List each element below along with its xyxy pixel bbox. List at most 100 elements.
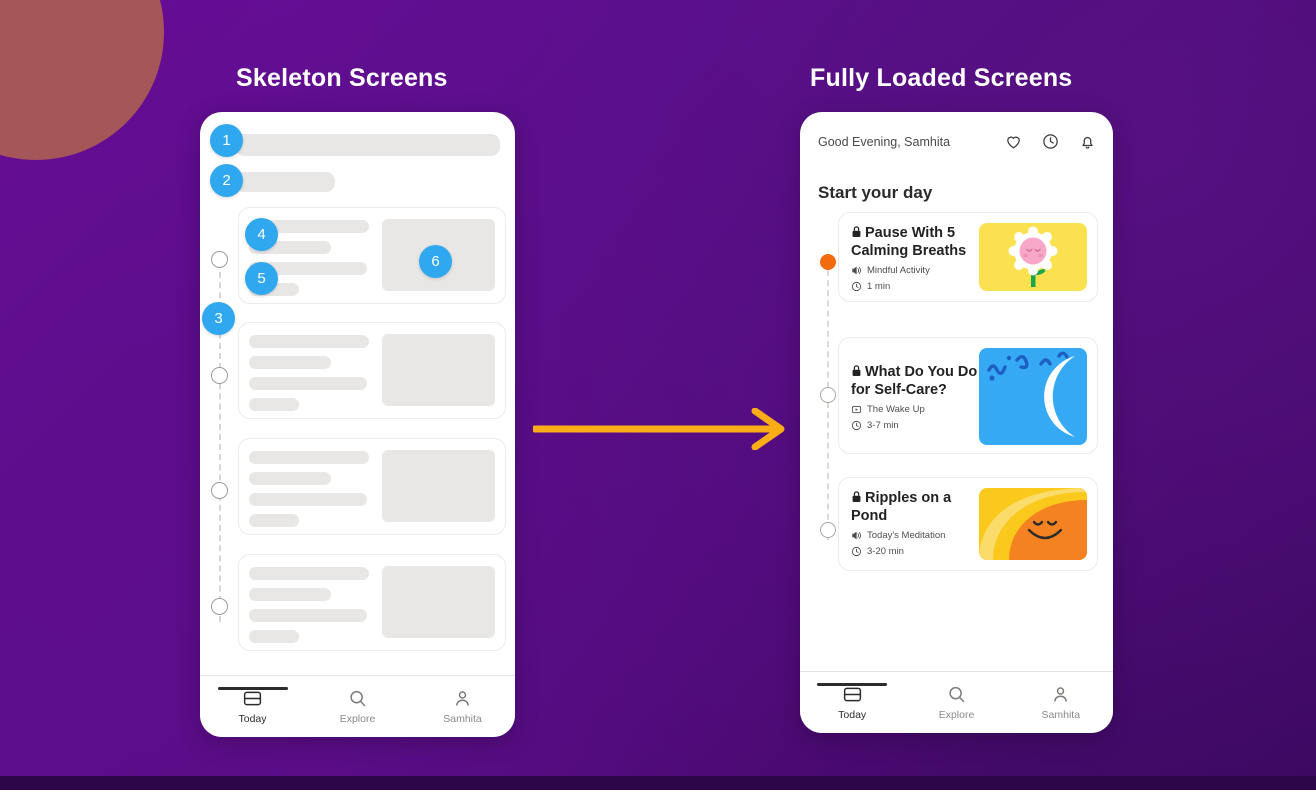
skeleton-timeline-dot	[211, 367, 228, 384]
card-title: What Do You Do for Self-Care?	[851, 364, 978, 398]
card-title: Pause With 5 Calming Breaths	[851, 225, 967, 259]
skeleton-screen: 1 2 3 4 5 6 Today Explore Samhita	[200, 112, 515, 737]
skeleton-line	[249, 588, 331, 601]
badge-number: 3	[214, 310, 223, 327]
nav-label: Today	[238, 713, 267, 725]
card-thumbnail-yellow-flower	[979, 223, 1087, 291]
nav-label: Samhita	[1041, 709, 1081, 721]
sidebar-item-today[interactable]: Today	[200, 687, 305, 725]
timeline-dot-active	[820, 254, 836, 270]
search-icon	[350, 690, 366, 707]
content-card[interactable]: Ripples on a Pond Today's Meditation 3-2…	[838, 477, 1098, 571]
heart-icon[interactable]	[1004, 132, 1023, 151]
greeting-text: Good Evening, Samhita	[818, 134, 951, 149]
background-gradient	[0, 0, 1316, 790]
badge-number: 6	[431, 253, 440, 270]
bottom-strip	[0, 776, 1316, 790]
clock-icon	[851, 282, 862, 292]
lock-icon	[852, 226, 861, 237]
book-icon	[243, 691, 262, 706]
skeleton-card[interactable]	[238, 554, 506, 651]
card-duration: 3-7 min	[867, 420, 899, 432]
annotation-badge-5: 5	[245, 262, 278, 295]
annotation-badge-2: 2	[210, 164, 243, 197]
loaded-bottom-nav: Today Explore Samhita	[800, 671, 1113, 733]
badge-number: 1	[222, 132, 231, 149]
card-title-row: What Do You Do for Self-Care?	[851, 364, 987, 399]
skeleton-thumbnail	[382, 450, 495, 522]
card-type: Today's Meditation	[867, 530, 946, 542]
skeleton-line	[249, 472, 331, 485]
person-icon	[1054, 687, 1068, 702]
card-title-row: Pause With 5 Calming Breaths	[851, 225, 987, 260]
annotation-badge-3: 3	[202, 302, 235, 335]
bell-icon[interactable]	[1078, 132, 1097, 151]
timeline-dot-inactive	[820, 387, 836, 403]
speaker-icon	[852, 531, 862, 540]
search-icon	[949, 686, 965, 703]
sidebar-item-explore[interactable]: Explore	[305, 688, 410, 725]
content-card[interactable]: Pause With 5 Calming Breaths Mindful Act…	[838, 212, 1098, 302]
loaded-screen: Good Evening, Samhita Start your day You…	[800, 112, 1113, 733]
card-title-row: Ripples on a Pond	[851, 490, 987, 525]
card-duration: 1 min	[867, 281, 891, 293]
history-icon[interactable]	[1041, 132, 1060, 151]
card-type: The Wake Up	[867, 404, 925, 416]
content-card[interactable]: What Do You Do for Self-Care? The Wake U…	[838, 337, 1098, 454]
skeleton-card[interactable]	[238, 207, 506, 304]
skeleton-card[interactable]	[238, 438, 506, 535]
badge-number: 4	[257, 226, 266, 243]
timeline-rail	[827, 270, 829, 540]
skeleton-section-title-bar	[235, 172, 335, 192]
active-tab-indicator	[217, 687, 288, 690]
skeleton-line	[249, 514, 299, 527]
heading-skeleton-screens: Skeleton Screens	[236, 64, 448, 92]
skeleton-timeline-dot	[211, 598, 228, 615]
video-icon	[851, 406, 862, 414]
skeleton-line	[249, 609, 367, 622]
clock-icon	[851, 421, 862, 431]
annotation-badge-1: 1	[210, 124, 243, 157]
skeleton-bottom-nav: Today Explore Samhita	[200, 675, 515, 737]
skeleton-line	[249, 567, 369, 580]
crescent-illustration	[979, 348, 1087, 445]
skeleton-line	[249, 356, 331, 369]
section-title-start-your-day: Start your day	[818, 183, 933, 202]
annotation-badge-6: 6	[419, 245, 452, 278]
sidebar-item-samhita[interactable]: Samhita	[1009, 684, 1113, 721]
skeleton-thumbnail	[382, 334, 495, 406]
skeleton-phone: 1 2 3 4 5 6 Today Explore Samhita	[200, 112, 515, 737]
skeleton-line	[249, 377, 367, 390]
skeleton-timeline-dot	[211, 251, 228, 268]
loaded-phone: Good Evening, Samhita Start your day You…	[800, 112, 1113, 733]
book-icon	[843, 687, 861, 702]
skeleton-greeting-bar	[235, 134, 500, 156]
card-type: Mindful Activity	[867, 265, 930, 277]
heading-fully-loaded-screens: Fully Loaded Screens	[810, 64, 1073, 92]
sidebar-item-today[interactable]: Today	[800, 683, 904, 721]
right-arrow-icon	[531, 407, 785, 451]
person-icon	[456, 691, 469, 706]
nav-label: Samhita	[443, 713, 482, 725]
skeleton-line	[249, 451, 369, 464]
sidebar-item-samhita[interactable]: Samhita	[410, 688, 515, 725]
lock-icon	[852, 365, 861, 376]
speaker-icon	[852, 266, 862, 275]
skeleton-card[interactable]	[238, 322, 506, 419]
badge-number: 5	[257, 270, 266, 287]
card-duration: 3-20 min	[867, 546, 904, 558]
nav-label: Explore	[938, 709, 975, 721]
timeline-dot-inactive	[820, 522, 836, 538]
skeleton-line	[249, 630, 299, 643]
smiling-sun-illustration	[979, 488, 1087, 560]
badge-number: 2	[222, 172, 231, 189]
sidebar-item-explore[interactable]: Explore	[904, 684, 1008, 721]
greeting-row: Good Evening, Samhita	[818, 132, 1097, 151]
transition-arrow	[531, 407, 788, 451]
flower-illustration	[979, 223, 1087, 291]
clock-icon	[851, 547, 862, 557]
card-thumbnail-orange-smile	[979, 488, 1087, 560]
lock-icon	[852, 491, 861, 502]
nav-label: Today	[838, 709, 867, 721]
skeleton-thumbnail	[382, 566, 495, 638]
